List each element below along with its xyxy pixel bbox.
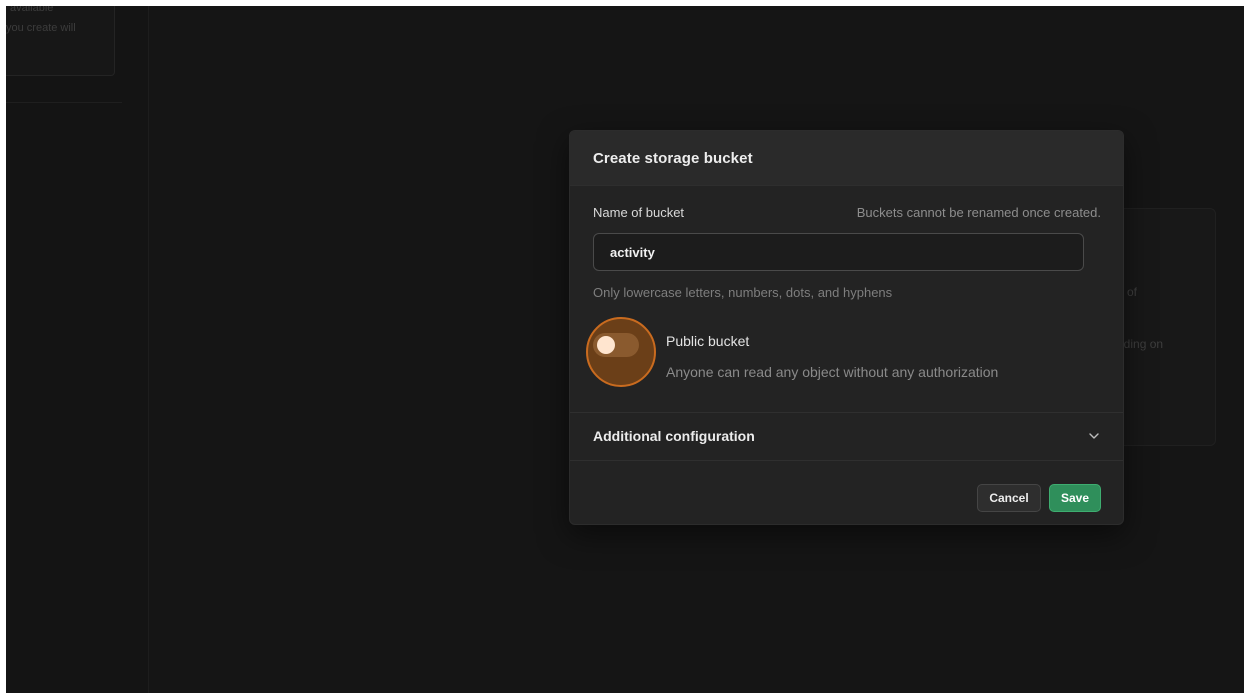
background-sidebar-text: available (10, 6, 54, 14)
bucket-name-help: Only lowercase letters, numbers, dots, a… (593, 285, 893, 300)
cancel-button[interactable]: Cancel (977, 484, 1041, 512)
additional-configuration-accordion[interactable]: Additional configuration (570, 412, 1123, 460)
dialog-title: Create storage bucket (593, 149, 753, 167)
chevron-down-icon (1088, 430, 1100, 442)
app-screen: available you create will e of nding on … (6, 6, 1244, 693)
additional-configuration-label: Additional configuration (593, 428, 755, 444)
background-sidebar-text: you create will (6, 22, 76, 34)
bucket-name-hint: Buckets cannot be renamed once created. (856, 205, 1101, 220)
dialog-footer: Cancel Save (977, 484, 1101, 512)
background-sidebar: available you create will (6, 6, 149, 693)
background-sidebar-card (6, 6, 115, 76)
toggle-knob (597, 336, 615, 354)
bucket-name-label: Name of bucket (593, 205, 685, 220)
save-button[interactable]: Save (1049, 484, 1101, 512)
create-bucket-dialog: Create storage bucket Name of bucket Buc… (569, 130, 1124, 525)
public-bucket-toggle[interactable] (593, 333, 639, 357)
public-bucket-label: Public bucket (666, 333, 750, 349)
public-bucket-description: Anyone can read any object without any a… (666, 364, 999, 380)
background-divider (6, 102, 122, 103)
bucket-name-input[interactable] (593, 233, 1084, 271)
divider (570, 460, 1123, 461)
dialog-header: Create storage bucket (570, 131, 1123, 186)
bucket-name-label-row: Name of bucket Buckets cannot be renamed… (593, 205, 1101, 220)
